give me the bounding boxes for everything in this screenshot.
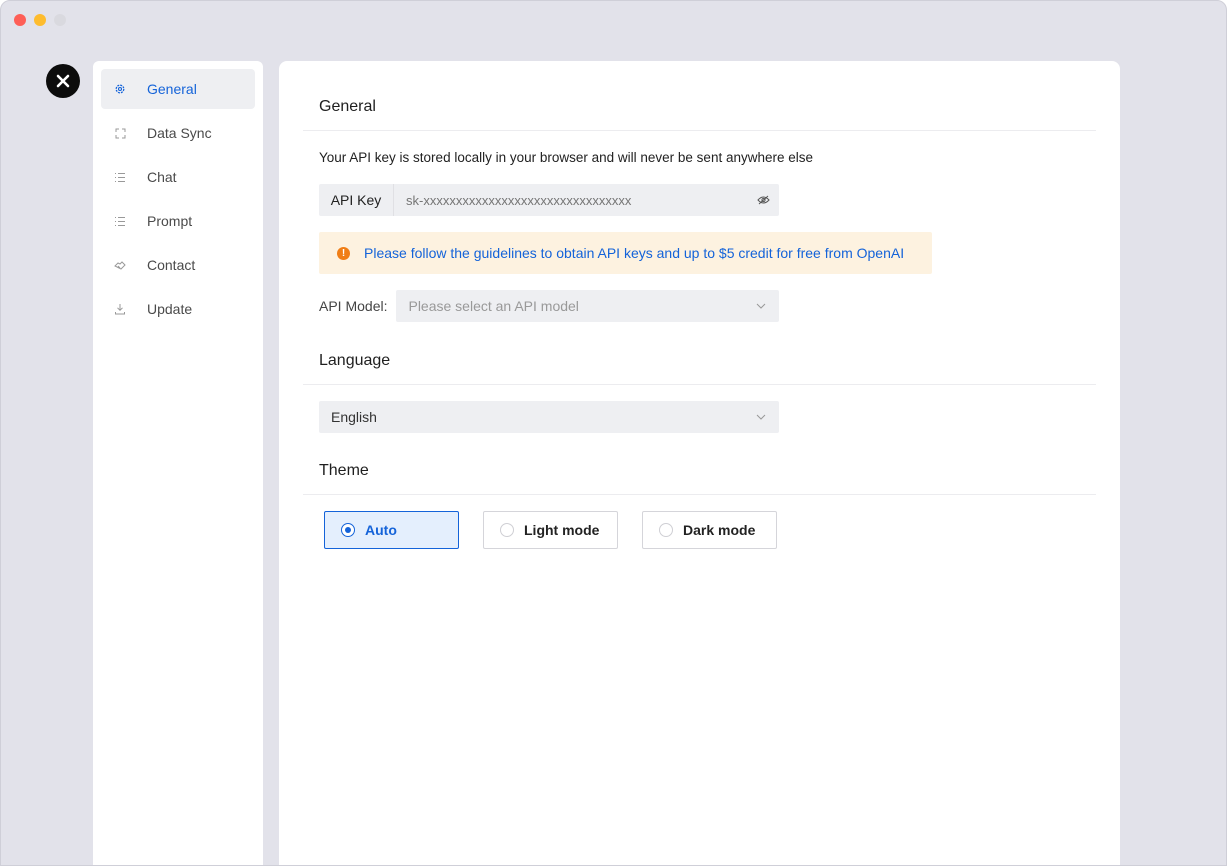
settings-window: General Data Sync Chat Prompt Contact Up… [0, 0, 1227, 866]
sidebar-item-prompt[interactable]: Prompt [101, 201, 255, 241]
minimize-window-button[interactable] [34, 14, 46, 26]
theme-option-dark[interactable]: Dark mode [642, 511, 777, 549]
section-title-general: General [303, 61, 1096, 131]
sidebar-item-label: Prompt [147, 213, 193, 229]
theme-option-light[interactable]: Light mode [483, 511, 618, 549]
chevron-down-icon [755, 411, 767, 423]
sync-icon [113, 126, 127, 140]
sidebar-item-label: Contact [147, 257, 196, 273]
settings-sidebar: General Data Sync Chat Prompt Contact Up… [93, 61, 263, 865]
settings-content: General Your API key is stored locally i… [279, 61, 1120, 865]
theme-options: Auto Light mode Dark mode [319, 511, 1080, 549]
sidebar-item-chat[interactable]: Chat [101, 157, 255, 197]
chevron-down-icon [755, 300, 767, 312]
list-icon [113, 214, 127, 228]
radio-icon [500, 523, 514, 537]
close-window-button[interactable] [14, 14, 26, 26]
eye-hidden-icon [756, 195, 770, 205]
api-key-input[interactable] [394, 184, 747, 216]
toggle-visibility-button[interactable] [747, 184, 779, 216]
theme-option-auto[interactable]: Auto [324, 511, 459, 549]
theme-option-label: Light mode [524, 522, 600, 538]
language-selected-value: English [331, 409, 377, 425]
api-key-field: API Key [319, 184, 779, 216]
sidebar-item-label: Chat [147, 169, 177, 185]
window-controls [14, 14, 66, 26]
list-icon [113, 170, 127, 184]
gear-icon [113, 82, 127, 96]
api-key-notice: ! Please follow the guidelines to obtain… [319, 232, 932, 274]
api-model-placeholder: Please select an API model [408, 298, 579, 314]
api-model-row: API Model: Please select an API model [319, 290, 1080, 322]
theme-option-label: Auto [365, 522, 397, 538]
sidebar-item-label: Update [147, 301, 193, 317]
download-icon [113, 302, 127, 316]
radio-icon [659, 523, 673, 537]
sidebar-item-data-sync[interactable]: Data Sync [101, 113, 255, 153]
language-select[interactable]: English [319, 401, 779, 433]
close-settings-button[interactable] [46, 64, 80, 98]
section-title-language: Language [303, 322, 1096, 385]
general-section: Your API key is stored locally in your b… [303, 150, 1096, 322]
sidebar-item-label: General [147, 81, 197, 97]
close-icon [56, 74, 70, 88]
api-key-description: Your API key is stored locally in your b… [319, 150, 814, 165]
section-title-theme: Theme [303, 433, 1096, 495]
radio-selected-icon [341, 523, 355, 537]
theme-option-label: Dark mode [683, 522, 756, 538]
warning-icon: ! [337, 246, 350, 260]
language-section: English [303, 401, 1096, 433]
sidebar-item-update[interactable]: Update [101, 289, 255, 329]
guidelines-link[interactable]: Please follow the guidelines to obtain A… [364, 245, 904, 261]
sidebar-item-contact[interactable]: Contact [101, 245, 255, 285]
handshake-icon [113, 258, 127, 272]
sidebar-item-label: Data Sync [147, 125, 212, 141]
theme-section: Auto Light mode Dark mode [303, 511, 1096, 549]
sidebar-item-general[interactable]: General [101, 69, 255, 109]
api-model-select[interactable]: Please select an API model [396, 290, 780, 322]
api-key-label: API Key [319, 184, 394, 216]
maximize-window-button[interactable] [54, 14, 66, 26]
api-model-label: API Model: [319, 298, 388, 314]
